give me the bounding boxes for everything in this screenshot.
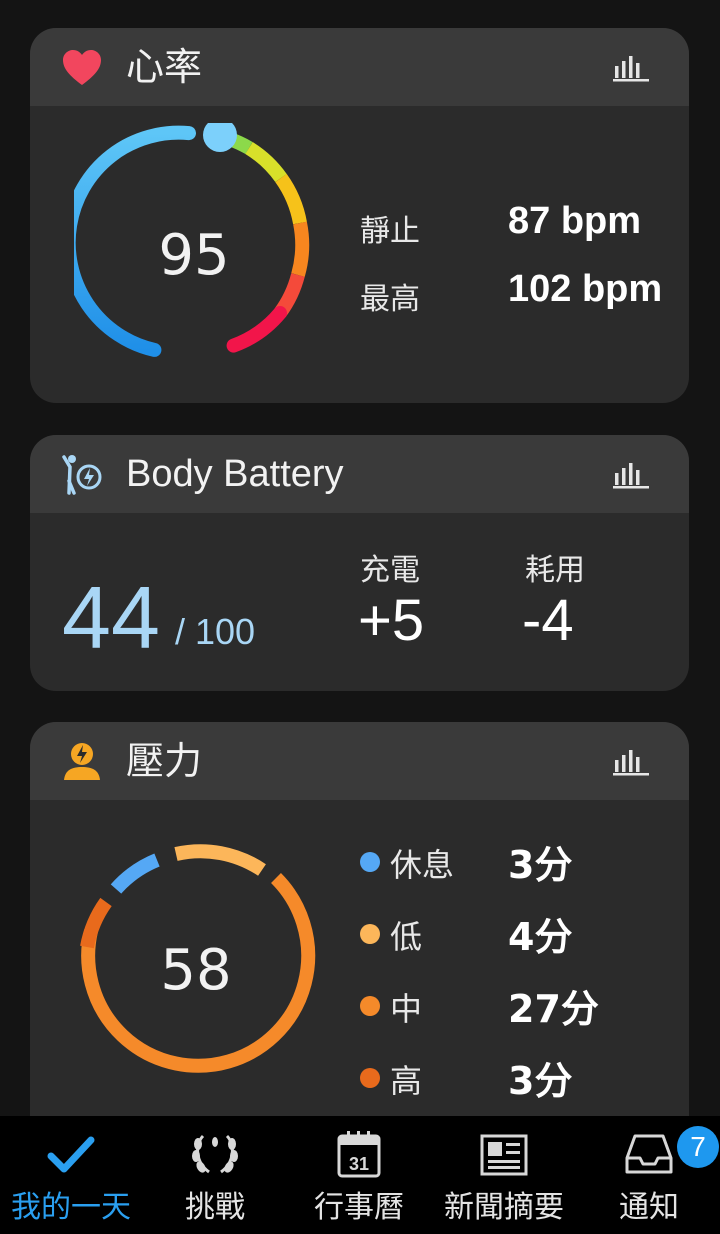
- nav-notifications[interactable]: 7 通知: [578, 1116, 720, 1234]
- checkmark-icon: [47, 1136, 95, 1173]
- heart-rate-card[interactable]: 心率 95 靜止 87 bpm 最高 102 bpm: [30, 28, 689, 403]
- drained-value: -4: [522, 588, 574, 653]
- resting-label: 靜止: [360, 214, 420, 249]
- heart-rate-indicator: [203, 123, 237, 152]
- stress-current: 58: [160, 938, 232, 1003]
- stress-level-label: 休息: [390, 846, 455, 884]
- charged-label: 充電: [360, 553, 420, 588]
- nav-label: 通知: [619, 1190, 679, 1225]
- chart-icon[interactable]: [613, 746, 649, 776]
- nav-my-day[interactable]: 我的一天: [0, 1116, 142, 1234]
- notification-badge: 7: [677, 1126, 719, 1168]
- bottom-navigation: 我的一天 挑戰 31 行事曆 新聞摘要 7 通知: [0, 1116, 720, 1234]
- chart-icon[interactable]: [613, 459, 649, 489]
- stress-level-value: 27分: [508, 987, 599, 1031]
- stress-level-label: 中: [390, 990, 423, 1028]
- stress-level-dot: [360, 852, 380, 872]
- body-battery-card[interactable]: Body Battery 44 / 100 充電 +5 耗用 -4: [30, 435, 689, 691]
- resting-value: 87 bpm: [508, 200, 642, 242]
- stress-card[interactable]: 壓力 58 休息 3分低 4分中 27分高 3分: [30, 722, 689, 1142]
- nav-challenges[interactable]: 挑戰: [142, 1116, 288, 1234]
- heart-rate-title: 心率: [126, 45, 203, 89]
- body-battery-icon: [62, 455, 102, 495]
- nav-label: 挑戰: [185, 1190, 245, 1225]
- heart-icon: [63, 50, 101, 85]
- stress-level-dot: [360, 996, 380, 1016]
- heart-rate-current: 95: [158, 223, 230, 288]
- calendar-day: 31: [349, 1154, 369, 1174]
- nav-label: 我的一天: [11, 1190, 131, 1225]
- stress-header: 壓力: [30, 722, 689, 800]
- charged-value: +5: [358, 588, 425, 653]
- chart-icon[interactable]: [613, 52, 649, 82]
- stress-level-dot: [360, 1068, 380, 1088]
- heart-rate-header: 心率: [30, 28, 689, 106]
- body-battery-title: Body Battery: [126, 453, 344, 495]
- newspaper-icon: [480, 1134, 528, 1176]
- max-label: 最高: [360, 282, 420, 317]
- stress-level-value: 4分: [508, 915, 573, 959]
- calendar-icon: 31: [337, 1131, 381, 1178]
- stress-level-value: 3分: [508, 843, 573, 887]
- stress-level-value: 3分: [508, 1059, 573, 1103]
- laurel-icon: [192, 1134, 238, 1174]
- stress-icon: [64, 743, 100, 780]
- body-battery-max: / 100: [175, 611, 256, 652]
- stress-title: 壓力: [126, 739, 203, 783]
- nav-news[interactable]: 新聞摘要: [430, 1116, 578, 1234]
- drained-label: 耗用: [525, 553, 585, 588]
- body-battery-header: Body Battery: [30, 435, 689, 513]
- nav-label: 行事曆: [314, 1190, 404, 1225]
- stress-level-label: 低: [390, 918, 423, 956]
- max-value: 102 bpm: [508, 268, 663, 310]
- stress-level-label: 高: [390, 1062, 423, 1100]
- stress-level-dot: [360, 924, 380, 944]
- inbox-icon: [625, 1134, 673, 1174]
- nav-calendar[interactable]: 31 行事曆: [288, 1116, 430, 1234]
- nav-label: 新聞摘要: [444, 1190, 564, 1225]
- body-battery-value: 44: [62, 568, 160, 667]
